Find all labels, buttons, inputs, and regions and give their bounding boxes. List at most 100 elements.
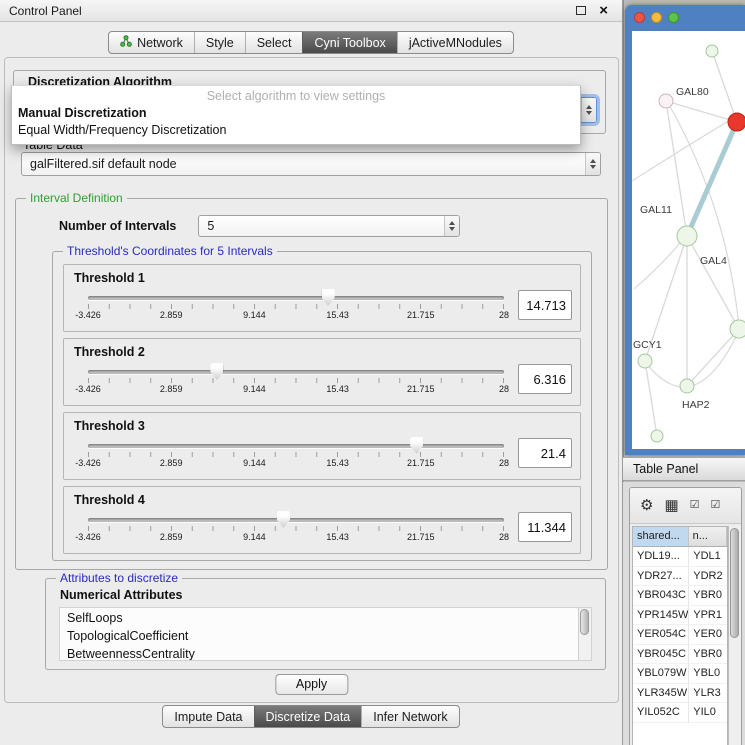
slider-tick-labels: -3.4262.8599.14415.4321.71528 — [88, 310, 504, 321]
network-canvas[interactable]: GAL80GAL11GAL4GCY1HAP2 — [632, 31, 745, 449]
threshold-panel-4: Threshold 4-3.4262.8599.14415.4321.71528… — [63, 486, 581, 554]
thresholds-group: Threshold's Coordinates for 5 Intervals … — [52, 251, 592, 561]
tick-label: 21.715 — [407, 532, 435, 542]
bottom-tab-bar: Impute Data Discretize Data Infer Network — [162, 705, 459, 728]
tick-label: 28 — [499, 384, 509, 394]
algorithm-dropdown-options: Manual DiscretizationEqual Width/Frequen… — [12, 105, 580, 139]
network-node-bottom[interactable] — [651, 430, 663, 442]
table-row[interactable]: YBL079WYBL0 — [633, 664, 727, 684]
attributes-group: Attributes to discretize Numerical Attri… — [45, 578, 606, 670]
dropdown-placeholder: Select algorithm to view settings — [12, 86, 580, 105]
tick-label: -3.426 — [75, 532, 101, 542]
tick-label: 9.144 — [243, 384, 266, 394]
network-node-gcy1[interactable] — [638, 354, 652, 368]
mac-close-icon[interactable] — [634, 12, 645, 23]
scrollbar-thumb[interactable] — [580, 609, 589, 635]
network-node-gal80[interactable] — [659, 94, 673, 108]
attributes-scrollbar[interactable] — [578, 608, 591, 660]
gear-icon[interactable]: ⚙ — [640, 498, 653, 513]
column-header-n-[interactable]: n... — [689, 527, 727, 546]
slider-tick-labels: -3.4262.8599.14415.4321.71528 — [88, 458, 504, 469]
attributes-group-title: Attributes to discretize — [56, 571, 182, 585]
mac-zoom-icon[interactable] — [668, 12, 679, 23]
tab-label: jActiveMNodules — [409, 36, 502, 50]
tab-cyni-toolbox[interactable]: Cyni Toolbox — [302, 32, 396, 53]
number-of-intervals-value: 5 — [207, 219, 214, 233]
tick-label: 2.859 — [160, 310, 183, 320]
table-row[interactable]: YDR27...YDR2 — [633, 567, 727, 587]
node-label-gal4: GAL4 — [700, 255, 727, 267]
table-row[interactable]: YBR045CYBR0 — [633, 645, 727, 665]
columns-icon[interactable]: ▦ — [664, 498, 678, 513]
numerical-attributes-label: Numerical Attributes — [60, 588, 182, 602]
node-label-hap2: HAP2 — [682, 399, 710, 411]
threshold-slider[interactable]: -3.4262.8599.14415.4321.71528 — [88, 510, 504, 546]
threshold-slider[interactable]: -3.4262.8599.14415.4321.71528 — [88, 288, 504, 324]
top-tab-row: NetworkStyle Select Cyni Toolbox jActiveMNo… — [0, 31, 622, 54]
threshold-value[interactable]: 11.344 — [518, 512, 572, 542]
table-row[interactable]: YLR345WYLR3 — [633, 684, 727, 704]
interval-definition-group: Interval Definition Number of Intervals … — [15, 198, 608, 570]
table-row[interactable]: YER054CYER0 — [633, 625, 727, 645]
threshold-panel-1: Threshold 1 -3.4262.8599.14415.4321.71528… — [63, 264, 581, 332]
slider-track — [88, 518, 504, 522]
scrollbar-thumb[interactable] — [730, 528, 739, 638]
tab-style[interactable]: Style — [194, 32, 245, 53]
interval-group-title: Interval Definition — [26, 191, 127, 205]
table-cell: YLR345W — [633, 684, 689, 703]
table-cell: YBR045C — [633, 645, 689, 664]
threshold-value[interactable]: 6.316 — [518, 364, 572, 394]
table-scrollbar[interactable] — [728, 526, 741, 745]
tick-label: -3.426 — [75, 458, 101, 468]
network-node-top[interactable] — [706, 45, 718, 57]
table-row[interactable]: YPR145WYPR1 — [633, 606, 727, 626]
combo-stepper-icon — [585, 153, 600, 175]
threshold-panel-2: Threshold 2-3.4262.8599.14415.4321.71528… — [63, 338, 581, 406]
table-cell: YIL0 — [689, 703, 727, 722]
list-item-betweennesscentrality[interactable]: BetweennessCentrality — [67, 645, 575, 661]
table-row[interactable]: YDL19...YDL1 — [633, 547, 727, 567]
tab-jactivemnodules[interactable]: jActiveMNodules — [397, 32, 513, 53]
close-icon[interactable]: × — [599, 5, 608, 17]
numerical-attributes-list: SelfLoopsTopologicalCoefficientBetweenne… — [59, 607, 592, 661]
checkbox-icon[interactable]: ☑ — [690, 500, 700, 511]
tab-discretize-data[interactable]: Discretize Data — [254, 706, 362, 727]
network-node-red[interactable] — [728, 113, 745, 131]
float-window-icon[interactable] — [576, 6, 586, 15]
threshold-slider[interactable]: -3.4262.8599.14415.4321.71528 — [88, 436, 504, 472]
table-data-combo[interactable]: galFiltered.sif default node — [21, 152, 601, 176]
list-item-selfloops[interactable]: SelfLoops — [67, 609, 575, 627]
network-node-hub[interactable] — [677, 226, 697, 246]
tab-label: Select — [257, 36, 292, 50]
tick-label: 21.715 — [407, 458, 435, 468]
tick-label: 15.43 — [326, 310, 349, 320]
number-of-intervals-combo[interactable]: 5 — [198, 215, 460, 237]
column-header-shared-[interactable]: shared... — [633, 527, 689, 546]
tab-impute-data[interactable]: Impute Data — [163, 706, 253, 727]
mac-minimize-icon[interactable] — [651, 12, 662, 23]
table-cell: YBR043C — [633, 586, 689, 605]
tab-select[interactable]: Select — [245, 32, 303, 53]
threshold-value[interactable]: 14.713 — [518, 290, 572, 320]
apply-button[interactable]: Apply — [275, 674, 348, 695]
table-row[interactable]: YIL052CYIL0 — [633, 703, 727, 723]
table-panel-titlebar: Table Panel — [623, 457, 745, 481]
list-item-topologicalcoefficient[interactable]: TopologicalCoefficient — [67, 627, 575, 645]
table-data-value: galFiltered.sif default node — [30, 157, 177, 171]
tab-infer-network[interactable]: Infer Network — [361, 706, 458, 727]
dropdown-option-equal-width-frequency-discretization[interactable]: Equal Width/Frequency Discretization — [12, 122, 580, 139]
control-panel: Control Panel × NetworkStyleSelectCyni T… — [0, 0, 623, 745]
tick-label: 2.859 — [160, 458, 183, 468]
network-node-right[interactable] — [730, 320, 745, 338]
table-cell: YPR145W — [633, 606, 689, 625]
tab-network[interactable]: Network — [109, 32, 194, 53]
network-node-hap2[interactable] — [680, 379, 694, 393]
threshold-slider[interactable]: -3.4262.8599.14415.4321.71528 — [88, 362, 504, 398]
table-row[interactable]: YBR043CYBR0 — [633, 586, 727, 606]
threshold-label: Threshold 1 — [74, 271, 572, 285]
tab-label: Discretize Data — [266, 710, 351, 724]
threshold-value[interactable]: 21.4 — [518, 438, 572, 468]
tick-label: 28 — [499, 310, 509, 320]
dropdown-option-manual-discretization[interactable]: Manual Discretization — [12, 105, 580, 122]
checkbox-icon-2[interactable]: ☑ — [711, 500, 721, 511]
